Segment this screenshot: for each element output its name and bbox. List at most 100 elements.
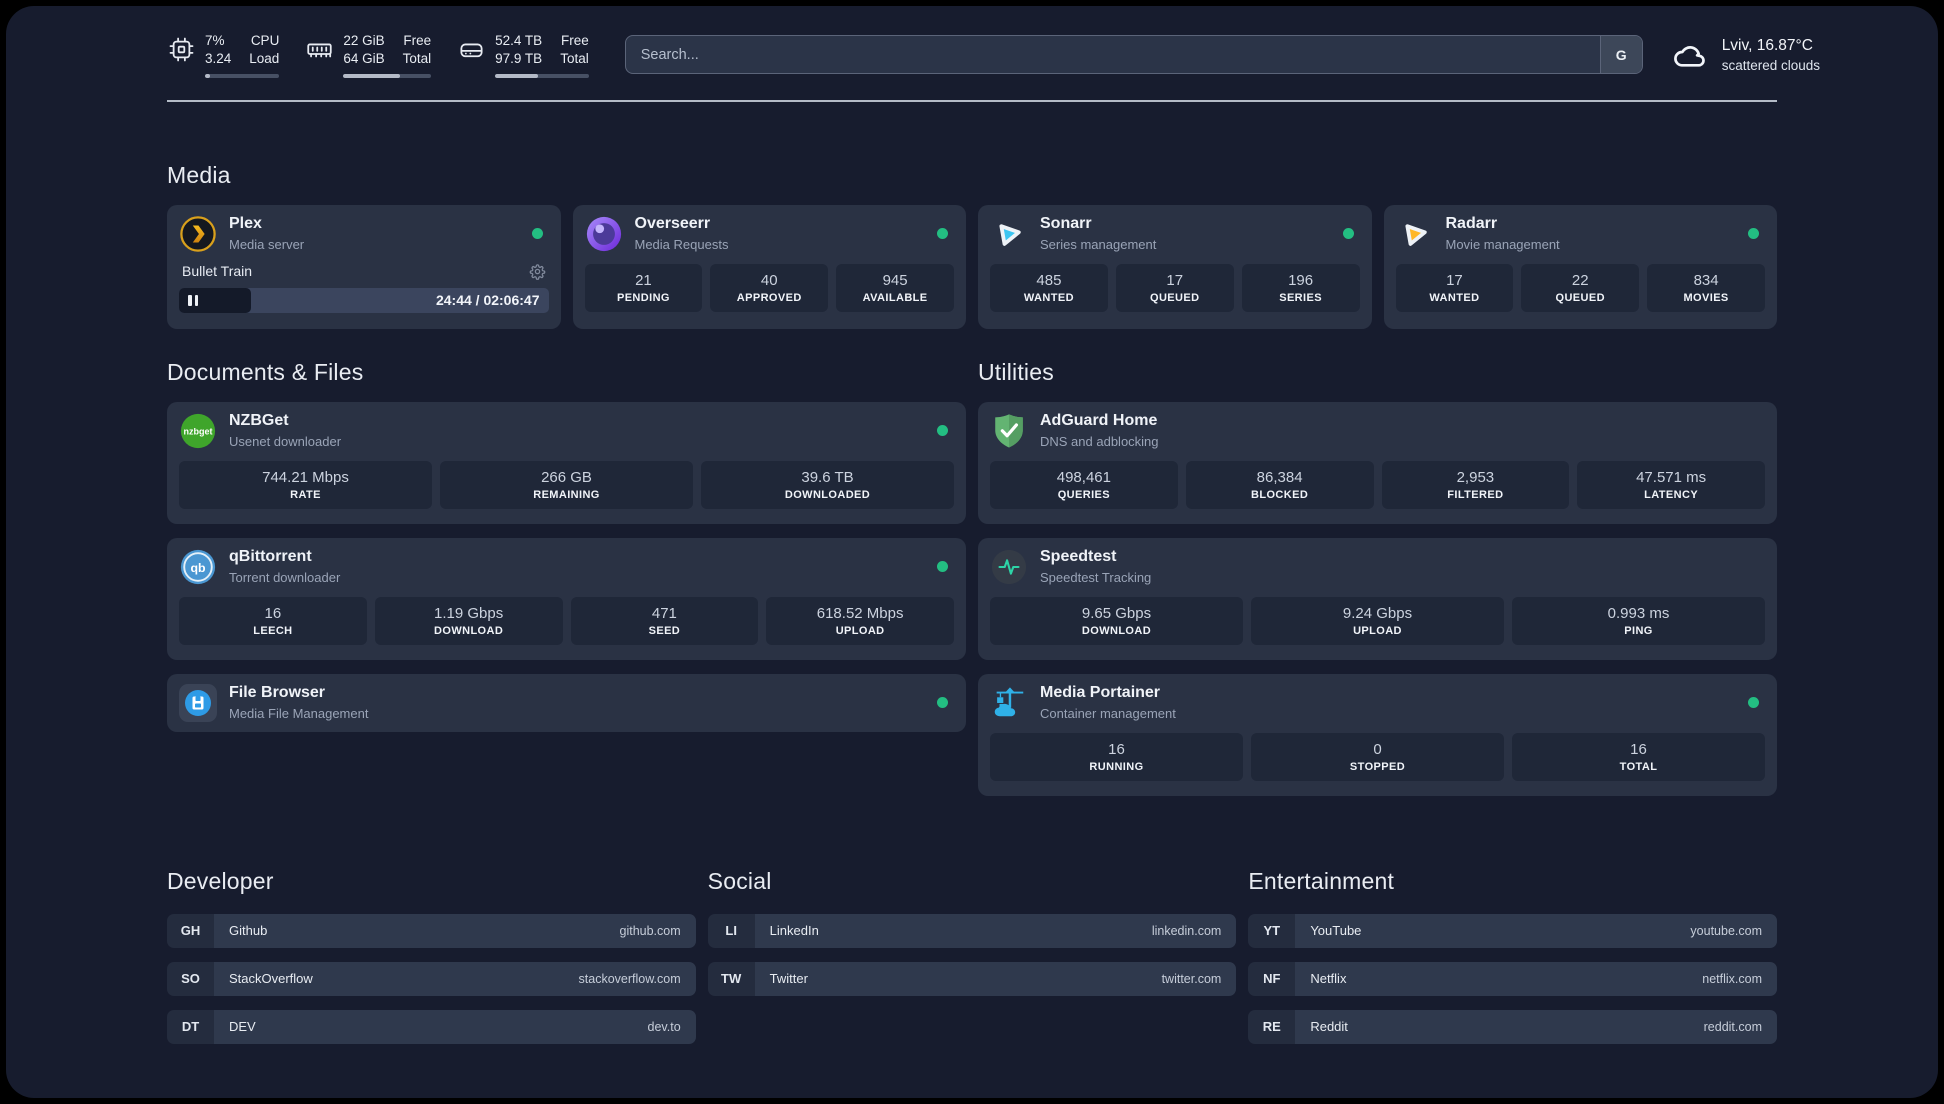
bookmark-youtube[interactable]: YT YouTube youtube.com [1248,913,1777,948]
stat-value: 9.65 Gbps [1081,604,1152,622]
playback-progress-bar[interactable]: 24:44 / 02:06:47 [179,287,549,313]
bookmark-abbr: YT [1248,913,1296,948]
section-title-media: Media [167,161,231,188]
cpu-icon [168,36,195,63]
overseerr-card[interactable]: Overseerr Media Requests 21 PENDING 40 A… [572,204,966,329]
bookmark-url: netflix.com [1702,971,1762,986]
stat-wanted: 17 WANTED [1395,263,1514,312]
bookmark-name: Reddit [1310,1019,1348,1035]
section-title-documents: Documents & Files [167,358,364,385]
cpu-progress-bar [205,73,280,78]
stat-downloaded: 39.6 TB DOWNLOADED [701,460,954,509]
cpu-load-label: Load [249,50,280,66]
stat-remaining: 266 GB REMAINING [440,460,693,509]
cpu-label: CPU [250,33,280,48]
pause-icon[interactable] [188,294,198,306]
weather-condition: scattered clouds [1721,57,1820,73]
nzbget-icon: nzbget [179,412,217,450]
memory-widget: 22 GiB 64 GiB Free Total [306,32,432,78]
stat-value: 16 [264,604,282,622]
app-description: Container management [1040,705,1176,721]
playback-time: 24:44 / 02:06:47 [435,292,540,309]
status-online-dot [937,561,948,573]
stat-label: UPLOAD [835,624,885,637]
stat-label: TOTAL [1619,760,1658,773]
dashboard: 7% 3.24 CPU Load 22 GiB 64 GiB Free Tota… [6,6,1938,1098]
stat-label: WANTED [1429,291,1480,304]
bookmark-url: reddit.com [1703,1019,1762,1034]
portainer-icon [990,684,1028,722]
stat-value: 47.571 ms [1636,468,1707,486]
stat-label: DOWNLOAD [1081,624,1152,637]
stat-label: SEED [648,624,681,637]
section-title-social: Social [707,867,772,894]
speedtest-icon [990,548,1028,586]
search-bar: G [624,35,1643,75]
bookmark-twitter[interactable]: TW Twitter twitter.com [707,961,1237,996]
stat-label: QUEUED [1555,291,1605,304]
bookmark-abbr: DT [167,1009,214,1044]
bookmark-github[interactable]: GH Github github.com [167,913,696,948]
nzbget-card[interactable]: nzbget NZBGet Usenet downloader 744.21 M… [167,401,966,524]
stat-label: FILTERED [1447,488,1504,501]
top-bar: 7% 3.24 CPU Load 22 GiB 64 GiB Free Tota… [6,6,1938,78]
stat-value: 39.6 TB [801,468,854,486]
stat-ping: 0.993 ms PING [1512,596,1765,645]
status-online-dot [937,425,948,437]
disk-total-value: 97.9 TB [495,50,543,66]
section-title-developer: Developer [167,867,274,894]
search-provider-button[interactable]: G [1599,36,1642,74]
disk-free-label: Free [560,33,589,48]
weather-widget[interactable]: Lviv, 16.87°C scattered clouds [1671,36,1820,74]
status-online-dot [1748,228,1759,240]
stat-label: DOWNLOADED [784,488,871,501]
bookmark-abbr: LI [707,913,755,948]
stat-running: 16 RUNNING [990,732,1243,781]
filebrowser-card[interactable]: File Browser Media File Management [167,673,966,732]
bookmark-reddit[interactable]: RE Reddit reddit.com [1248,1009,1777,1044]
system-resources: 7% 3.24 CPU Load 22 GiB 64 GiB Free Tota… [168,32,589,78]
sonarr-card[interactable]: Sonarr Series management 485 WANTED 17 Q… [978,204,1372,329]
stat-queued: 22 QUEUED [1521,263,1640,312]
app-name: Speedtest [1040,548,1117,566]
speedtest-card[interactable]: Speedtest Speedtest Tracking 9.65 Gbps D… [978,537,1777,660]
bookmark-abbr: TW [707,961,755,996]
bookmark-linkedin[interactable]: LI LinkedIn linkedin.com [707,913,1237,948]
memory-icon [306,36,333,63]
bookmark-url: twitter.com [1161,971,1222,986]
bookmark-name: YouTube [1310,923,1362,939]
stat-value: 471 [651,604,677,622]
app-description: Movie management [1445,236,1560,252]
search-input[interactable] [625,36,1600,74]
app-description: Torrent downloader [229,569,341,585]
memory-free-value: 22 GiB [343,33,385,48]
portainer-card[interactable]: Media Portainer Container management 16 … [978,673,1777,796]
stat-value: 40 [760,271,778,289]
stat-latency: 47.571 ms LATENCY [1577,460,1765,509]
stat-upload: 618.52 Mbps UPLOAD [766,596,954,645]
bookmark-url: stackoverflow.com [578,971,681,986]
bookmark-dev[interactable]: DT DEV dev.to [167,1009,696,1044]
disk-progress-bar [495,73,589,78]
stat-value: 2,953 [1456,468,1495,486]
utilities-section: Utilities AdGuard Home DNS and adblockin… [978,359,1777,810]
documents-section: Documents & Files nzbget NZBGet Usenet d [167,359,966,746]
adguard-card[interactable]: AdGuard Home DNS and adblocking 498,461 … [978,401,1777,524]
bookmark-name: LinkedIn [769,923,819,939]
app-name: Radarr [1445,215,1498,233]
stat-value: 485 [1036,271,1062,289]
stat-label: RUNNING [1089,760,1144,773]
disk-free-value: 52.4 TB [495,33,543,48]
bookmark-stackoverflow[interactable]: SO StackOverflow stackoverflow.com [167,961,696,996]
bookmark-netflix[interactable]: NF Netflix netflix.com [1248,961,1777,996]
stat-approved: 40 APPROVED [710,263,829,312]
bookmark-abbr: RE [1248,1009,1296,1044]
app-name: Media Portainer [1040,684,1161,702]
weather-location-temp: Lviv, 16.87°C [1721,36,1813,54]
overseerr-icon [585,215,623,253]
bookmarks-developer: Developer GH Github github.com SO StackO… [167,868,696,1058]
radarr-card[interactable]: Radarr Movie management 17 WANTED 22 QUE… [1383,204,1777,329]
qbittorrent-card[interactable]: qb qBittorrent Torrent downloader 16 LEE… [167,537,966,660]
gear-icon[interactable] [529,263,546,280]
plex-card[interactable]: Plex Media server Bullet Train 24:44 / 0… [167,204,561,329]
